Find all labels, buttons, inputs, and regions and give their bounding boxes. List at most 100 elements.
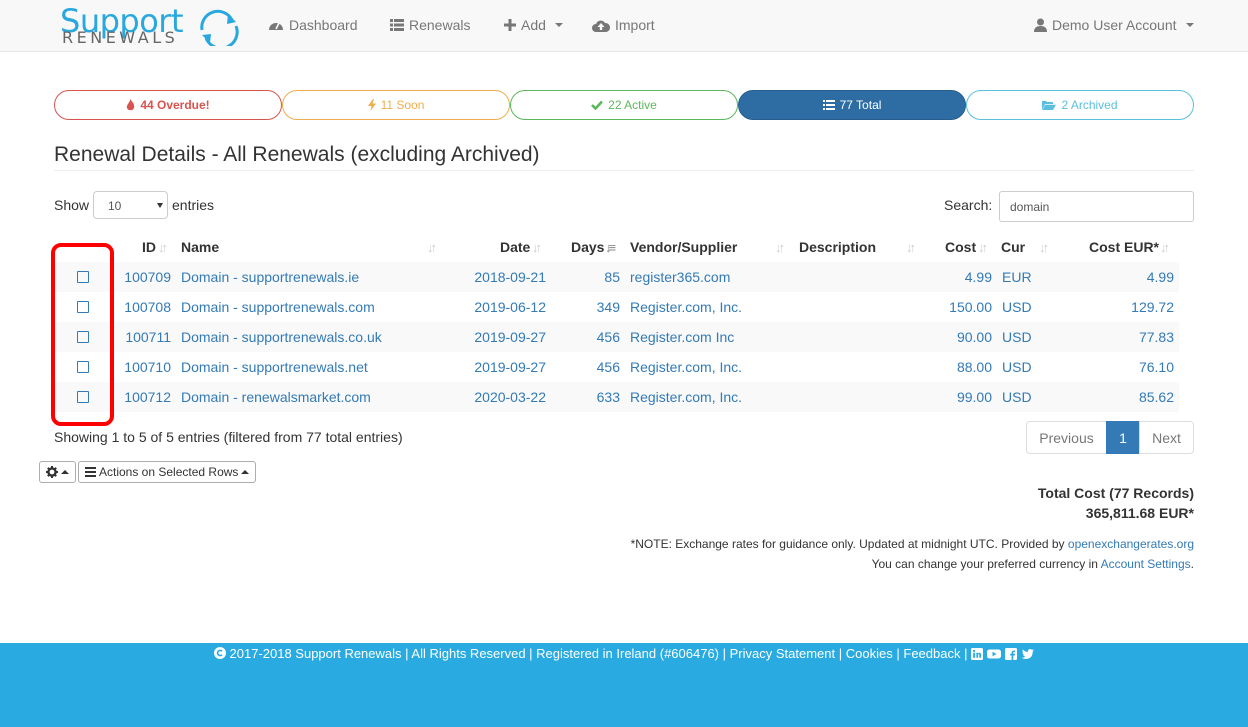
feedback-link[interactable]: Feedback xyxy=(903,646,960,661)
gear-icon xyxy=(46,466,58,478)
cell-date[interactable]: 2019-09-27 xyxy=(474,359,546,375)
cell-cost-eur[interactable]: 129.72 xyxy=(1131,299,1174,315)
cell-name[interactable]: Domain - supportrenewals.net xyxy=(181,359,368,375)
linkedin-icon[interactable] xyxy=(971,648,984,660)
pagination-next-button[interactable]: Next xyxy=(1139,421,1194,454)
facebook-icon[interactable] xyxy=(1005,648,1018,660)
cell-name[interactable]: Domain - renewalsmarket.com xyxy=(181,389,371,405)
divider xyxy=(54,170,1194,171)
logo[interactable]: Support RENEWALS xyxy=(60,2,246,47)
openexchangerates-link[interactable]: openexchangerates.org xyxy=(1068,537,1194,551)
cell-id[interactable]: 100709 xyxy=(124,269,171,285)
hamburger-icon xyxy=(85,467,96,477)
entries-length-select[interactable]: 10 xyxy=(93,191,168,219)
cell-date[interactable]: 2019-09-27 xyxy=(474,329,546,345)
column-header-date[interactable]: Date xyxy=(500,239,530,255)
cell-name[interactable]: Domain - supportrenewals.co.uk xyxy=(181,329,382,345)
cell-id[interactable]: 100708 xyxy=(124,299,171,315)
cell-id[interactable]: 100711 xyxy=(125,329,171,345)
cell-cost[interactable]: 4.99 xyxy=(965,269,992,285)
cell-name[interactable]: Domain - supportrenewals.ie xyxy=(181,269,359,285)
cell-cur[interactable]: USD xyxy=(1002,359,1032,375)
cell-cost-eur[interactable]: 76.10 xyxy=(1139,359,1174,375)
cell-date[interactable]: 2018-09-21 xyxy=(474,269,546,285)
footer: 2017-2018 Support Renewals | All Rights … xyxy=(0,643,1248,727)
cell-days[interactable]: 85 xyxy=(604,269,620,285)
cookies-link[interactable]: Cookies xyxy=(846,646,893,661)
nav-add-dropdown[interactable]: Add xyxy=(504,17,563,33)
column-header-name[interactable]: Name xyxy=(181,239,219,255)
filter-archived-button[interactable]: 2 Archived xyxy=(966,90,1194,120)
cell-cost-eur[interactable]: 4.99 xyxy=(1147,269,1174,285)
table-row[interactable]: 100711 Domain - supportrenewals.co.uk 20… xyxy=(54,322,1179,352)
chevron-up-icon xyxy=(241,470,250,474)
column-header-cost-eur[interactable]: Cost EUR* xyxy=(1089,239,1159,255)
filter-soon-button[interactable]: 11 Soon xyxy=(282,90,510,120)
cell-days[interactable]: 349 xyxy=(597,299,620,315)
table-row[interactable]: 100709 Domain - supportrenewals.ie 2018-… xyxy=(54,262,1179,292)
cell-date[interactable]: 2019-06-12 xyxy=(474,299,546,315)
cell-date[interactable]: 2020-03-22 xyxy=(474,389,546,405)
total-cost-title: Total Cost (77 Records) xyxy=(1037,485,1194,501)
column-header-cur[interactable]: Cur xyxy=(1001,239,1025,255)
cell-id[interactable]: 100712 xyxy=(124,389,171,405)
cell-cost[interactable]: 99.00 xyxy=(957,389,992,405)
bolt-icon xyxy=(367,99,376,111)
fire-icon xyxy=(127,99,135,111)
cloud-upload-icon xyxy=(592,20,610,32)
nav-renewals-label: Renewals xyxy=(409,17,471,33)
footer-separator: | xyxy=(964,646,968,661)
cell-days[interactable]: 456 xyxy=(597,359,620,375)
nav-import[interactable]: Import xyxy=(592,17,655,33)
cell-cur[interactable]: EUR xyxy=(1002,269,1032,285)
column-header-cost[interactable]: Cost xyxy=(945,239,976,255)
table-row[interactable]: 100710 Domain - supportrenewals.net 2019… xyxy=(54,352,1179,382)
cell-days[interactable]: 633 xyxy=(597,389,620,405)
cell-days[interactable]: 456 xyxy=(597,329,620,345)
logo-text-bottom: RENEWALS xyxy=(62,28,179,47)
filter-overdue-button[interactable]: 44 Overdue! xyxy=(54,90,282,120)
filter-total-button[interactable]: 77 Total xyxy=(738,90,966,120)
cell-cost-eur[interactable]: 85.62 xyxy=(1139,389,1174,405)
nav-dashboard[interactable]: Dashboard xyxy=(268,17,358,33)
cell-vendor[interactable]: Register.com, Inc. xyxy=(630,389,742,405)
actions-selected-rows-button[interactable]: Actions on Selected Rows xyxy=(78,461,257,483)
pagination-page-button[interactable]: 1 xyxy=(1106,421,1140,454)
cell-vendor[interactable]: Register.com, Inc. xyxy=(630,359,742,375)
folder-open-icon xyxy=(1042,101,1057,110)
cell-cost-eur[interactable]: 77.83 xyxy=(1139,329,1174,345)
sort-icon: ↓↑ xyxy=(158,240,168,255)
column-header-vendor[interactable]: Vendor/Supplier xyxy=(630,239,737,255)
cell-vendor[interactable]: Register.com Inc xyxy=(630,329,734,345)
cell-cost[interactable]: 90.00 xyxy=(957,329,992,345)
user-icon xyxy=(1034,18,1047,32)
pagination-previous-button[interactable]: Previous xyxy=(1026,421,1107,454)
filter-overdue-label: 44 Overdue! xyxy=(140,98,210,112)
youtube-icon[interactable] xyxy=(987,648,1002,660)
table-row[interactable]: 100708 Domain - supportrenewals.com 2019… xyxy=(54,292,1179,322)
privacy-statement-link[interactable]: Privacy Statement xyxy=(730,646,836,661)
table-row[interactable]: 100712 Domain - renewalsmarket.com 2020-… xyxy=(54,382,1179,412)
cell-id[interactable]: 100710 xyxy=(124,359,171,375)
cell-cur[interactable]: USD xyxy=(1002,389,1032,405)
cell-vendor[interactable]: register365.com xyxy=(630,269,730,285)
sort-icon: ↓↑ xyxy=(978,240,988,255)
account-settings-link[interactable]: Account Settings xyxy=(1101,557,1191,571)
column-header-days[interactable]: Days xyxy=(571,239,604,255)
cell-cur[interactable]: USD xyxy=(1002,299,1032,315)
filter-total-label: 77 Total xyxy=(839,98,882,112)
cell-cost[interactable]: 150.00 xyxy=(949,299,992,315)
filter-active-button[interactable]: 22 Active xyxy=(510,90,738,120)
user-account-dropdown[interactable]: Demo User Account xyxy=(1034,17,1194,33)
cell-vendor[interactable]: Register.com, Inc. xyxy=(630,299,742,315)
column-header-id[interactable]: ID xyxy=(142,239,156,255)
nav-renewals[interactable]: Renewals xyxy=(390,17,470,33)
column-header-description[interactable]: Description xyxy=(799,239,876,255)
search-input[interactable] xyxy=(999,191,1194,222)
cell-name[interactable]: Domain - supportrenewals.com xyxy=(181,299,375,315)
entries-label: entries xyxy=(172,197,215,213)
settings-dropdown-button[interactable] xyxy=(39,461,76,483)
cell-cur[interactable]: USD xyxy=(1002,329,1032,345)
cell-cost[interactable]: 88.00 xyxy=(957,359,992,375)
twitter-icon[interactable] xyxy=(1021,648,1035,660)
